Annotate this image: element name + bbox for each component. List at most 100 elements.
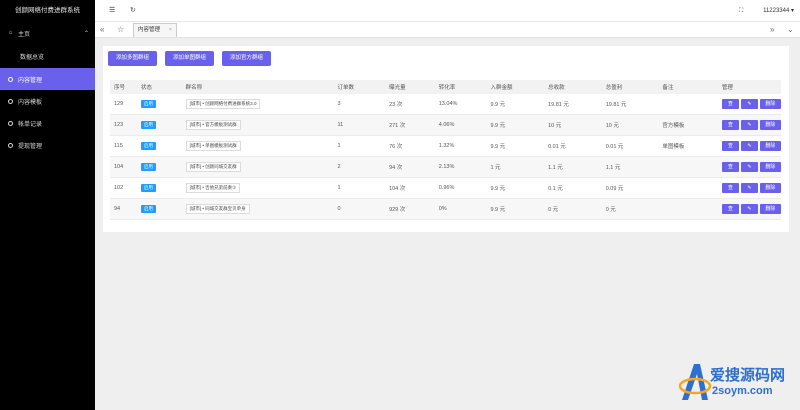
cell-price: 9.9 元 <box>486 114 545 136</box>
sidebar-item-label: 主页 <box>18 31 31 38</box>
content-card: 添加多图群组 添加单图群组 添加官方群组 序号 状态 群名称 订单数 曝光量 转… <box>103 46 789 232</box>
groups-table: 序号 状态 群名称 订单数 曝光量 转化率 入群金额 总收款 总盈利 备注 管理… <box>110 80 781 220</box>
cell-rate: 0% <box>434 198 487 220</box>
sidebar: 创颜网络付费进群系统 ⌂ 主页 ⌃ 数据总览 内容管理 内容模板 帐单记录 提现… <box>0 0 95 410</box>
column-header: 总盈利 <box>601 80 659 94</box>
cell-note <box>658 198 718 220</box>
edit-pencil-icon[interactable]: ✎ <box>740 183 758 193</box>
view-button[interactable]: 查 <box>721 183 739 193</box>
topbar: ☰ ↻ ⛶ 11223344 ▾ <box>95 0 800 22</box>
cell-orders: 11 <box>333 114 386 136</box>
tab-label: 内容管理 <box>138 27 161 33</box>
delete-button[interactable]: 删除 <box>759 162 781 172</box>
sidebar-item-dashboard[interactable]: 数据总览 <box>0 44 95 68</box>
cell-price: 9.9 元 <box>486 94 545 115</box>
sidebar-item-home[interactable]: ⌂ 主页 ⌃ <box>0 22 95 44</box>
tab-content-management[interactable]: 内容管理 × <box>133 23 177 37</box>
cell-note <box>658 156 718 178</box>
sidebar-item-withdraw[interactable]: 提现管理 <box>0 134 95 156</box>
row-actions: 查 ✎ 删除 <box>721 183 781 193</box>
table-row: 94 启用 [城市] • 同城交友群宝贝单身 0 929 次 0% 9.9 元 … <box>110 198 781 220</box>
cell-price: 1 元 <box>486 156 545 178</box>
sidebar-item-templates[interactable]: 内容模板 <box>0 90 95 112</box>
cell-rate: 4.06% <box>434 114 487 136</box>
app-title: 创颜网络付费进群系统 <box>15 7 80 14</box>
add-official-group-button[interactable]: 添加官方群组 <box>222 51 272 66</box>
cell-profit: 0.09 元 <box>601 177 659 199</box>
sidebar-item-content[interactable]: 内容管理 <box>0 68 95 90</box>
status-badge[interactable]: 启用 <box>140 100 156 108</box>
tabbar: « ☆ 内容管理 × » ⌄ <box>95 22 800 38</box>
status-badge[interactable]: 启用 <box>140 184 156 192</box>
cell-views: 94 次 <box>385 156 435 178</box>
chevron-down-icon[interactable]: ⌄ <box>787 25 794 35</box>
delete-button[interactable]: 删除 <box>759 183 781 193</box>
sidebar-item-bills[interactable]: 帐单记录 <box>0 112 95 134</box>
status-badge[interactable]: 启用 <box>140 205 156 213</box>
watermark-text: 爱搜源码网 <box>710 367 786 384</box>
row-actions: 查 ✎ 删除 <box>721 162 781 172</box>
edit-pencil-icon[interactable]: ✎ <box>740 204 758 214</box>
cell-id: 129 <box>110 94 137 115</box>
tabs-next-icon[interactable]: » <box>770 25 774 35</box>
sidebar-item-label: 数据总览 <box>20 54 45 61</box>
watermark-subtext: 2soym.com <box>712 385 773 397</box>
cell-orders: 2 <box>333 156 386 178</box>
sidebar-item-label: 内容模板 <box>18 99 43 106</box>
view-button[interactable]: 查 <box>721 99 739 109</box>
edit-pencil-icon[interactable]: ✎ <box>740 162 758 172</box>
menu-icon[interactable]: ☰ <box>109 7 115 15</box>
home-star-icon[interactable]: ☆ <box>117 25 124 35</box>
group-name: [城市] • 单图模板测试群 <box>185 141 241 151</box>
status-badge[interactable]: 启用 <box>140 121 156 129</box>
status-badge[interactable]: 启用 <box>140 163 156 171</box>
cell-orders: 1 <box>333 177 386 199</box>
status-badge[interactable]: 启用 <box>140 142 156 150</box>
edit-pencil-icon[interactable]: ✎ <box>740 99 758 109</box>
group-name: [城市] • 创颜网络付费进群系统3.0 <box>185 99 261 109</box>
chevron-down-icon: ▾ <box>790 8 794 14</box>
close-icon[interactable]: × <box>169 24 172 37</box>
circle-icon <box>7 98 14 105</box>
view-button[interactable]: 查 <box>721 162 739 172</box>
view-button[interactable]: 查 <box>721 204 739 214</box>
add-multi-group-button[interactable]: 添加多图群组 <box>108 51 158 66</box>
edit-pencil-icon[interactable]: ✎ <box>740 141 758 151</box>
watermark-logo: 爱搜源码网 2soym.com <box>678 360 796 406</box>
cell-price: 9.9 元 <box>486 135 545 157</box>
row-actions: 查 ✎ 删除 <box>721 141 781 151</box>
watermark-a-icon <box>678 364 712 400</box>
add-single-group-button[interactable]: 添加单图群组 <box>165 51 215 66</box>
cell-rate: 1.32% <box>434 135 487 157</box>
column-header: 曝光量 <box>385 80 435 94</box>
row-actions: 查 ✎ 删除 <box>721 204 781 214</box>
sidebar-item-label: 帐单记录 <box>18 121 43 128</box>
delete-button[interactable]: 删除 <box>759 204 781 214</box>
cell-views: 23 次 <box>385 94 435 115</box>
user-menu[interactable]: 11223344 ▾ <box>763 7 794 14</box>
group-name: [城市] • 吉他兄弟前奏① <box>185 183 241 193</box>
cell-total: 0.1 元 <box>544 177 602 199</box>
fullscreen-icon[interactable]: ⛶ <box>739 7 743 15</box>
view-button[interactable]: 查 <box>721 141 739 151</box>
chevron-up-icon: ⌃ <box>83 30 89 37</box>
delete-button[interactable]: 删除 <box>759 120 781 130</box>
circle-icon <box>7 76 14 83</box>
cell-id: 104 <box>110 156 137 178</box>
view-button[interactable]: 查 <box>721 120 739 130</box>
cell-id: 94 <box>110 198 137 220</box>
table-row: 115 启用 [城市] • 单图模板测试群 1 76 次 1.32% 9.9 元… <box>110 135 781 157</box>
refresh-icon[interactable]: ↻ <box>130 7 136 15</box>
cell-views: 104 次 <box>385 177 435 199</box>
sidebar-item-label: 内容管理 <box>18 77 43 84</box>
group-name: [城市] • 官方模板测试群 <box>185 120 241 130</box>
delete-button[interactable]: 删除 <box>759 141 781 151</box>
cell-total: 1.1 元 <box>544 156 602 178</box>
cell-views: 271 次 <box>385 114 435 136</box>
column-header: 管理 <box>717 80 781 94</box>
circle-icon <box>7 120 14 127</box>
edit-pencil-icon[interactable]: ✎ <box>740 120 758 130</box>
delete-button[interactable]: 删除 <box>759 99 781 109</box>
tabs-prev-icon[interactable]: « <box>100 25 104 35</box>
cell-total: 0.01 元 <box>544 135 602 157</box>
